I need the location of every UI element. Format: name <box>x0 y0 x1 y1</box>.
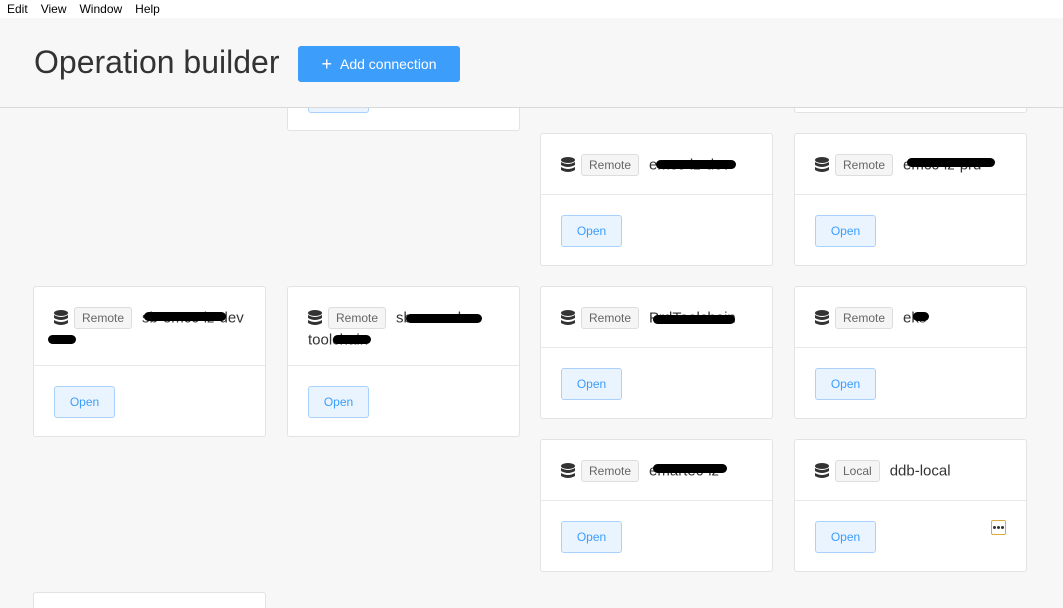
database-icon <box>815 463 829 479</box>
redaction-mark <box>333 335 371 344</box>
card-header: Remoteemcc-lz-prd <box>795 134 1026 195</box>
redaction-mark <box>653 464 727 473</box>
open-button[interactable]: Open <box>815 215 876 247</box>
card-header: Remotesb-emcc-lz-toolchain <box>288 287 519 366</box>
connection-type-badge: Remote <box>74 307 133 330</box>
connection-type-badge: Remote <box>835 154 894 177</box>
database-icon <box>561 463 575 479</box>
connection-card: Remotesb-emcc-lz-toolchain Open <box>287 286 520 437</box>
connection-card: Remoteeks Open <box>794 286 1027 419</box>
connection-type-badge: Remote <box>581 154 640 177</box>
open-button[interactable]: Open <box>561 215 622 247</box>
page-header: Operation builder + Add connection <box>0 18 1063 108</box>
connection-type-badge: Remote <box>581 307 640 330</box>
card-header: Remoteemcc-lz-dev <box>541 134 772 195</box>
connection-card: Local ddb-local Open <box>794 439 1027 572</box>
redaction-mark <box>48 335 76 344</box>
database-icon <box>54 310 68 326</box>
card-header: Remoteeks <box>795 287 1026 348</box>
redaction-mark <box>406 314 482 323</box>
open-button[interactable]: Open <box>308 386 369 418</box>
redaction-mark <box>913 312 929 321</box>
open-button[interactable]: Open <box>54 386 115 418</box>
card-header: RemotePrdToolchain <box>541 287 772 348</box>
connection-type-badge: Remote <box>581 460 640 483</box>
database-icon <box>815 310 829 326</box>
connection-card-partial <box>33 592 266 608</box>
connection-type-badge: Remote <box>328 307 387 330</box>
add-connection-button[interactable]: + Add connection <box>298 46 460 82</box>
menu-bar: Edit View Window Help <box>0 0 1063 18</box>
menu-item-view[interactable]: View <box>34 0 73 18</box>
database-icon <box>308 310 322 326</box>
menu-item-help[interactable]: Help <box>128 0 166 18</box>
connection-type-badge: Remote <box>835 307 894 330</box>
open-button[interactable]: Open <box>561 368 622 400</box>
menu-item-edit[interactable]: Edit <box>0 0 34 18</box>
connection-card: Remoteemcc-lz-dev Open <box>540 133 773 266</box>
redaction-mark <box>656 160 736 169</box>
menu-item-window[interactable]: Window <box>72 0 128 18</box>
connection-name: ddb-local <box>889 462 951 480</box>
open-button[interactable]: Open <box>815 368 876 400</box>
database-icon <box>561 310 575 326</box>
connection-card: Remoteemcc-lz-prd Open <box>794 133 1027 266</box>
open-button[interactable]: Open <box>815 521 876 553</box>
card-header: Remotesb-emcc-lz-dev <box>34 287 265 366</box>
connection-card: RemotePrdToolchain Open <box>540 286 773 419</box>
connection-type-badge: Local <box>835 460 880 483</box>
connection-card: Remoteemartec-lz Open <box>540 439 773 572</box>
more-options-icon[interactable] <box>991 520 1006 535</box>
card-header: Local ddb-local <box>795 440 1026 501</box>
open-button[interactable]: Open <box>561 521 622 553</box>
connection-card: Remotesb-emcc-lz-dev Open <box>33 286 266 437</box>
database-icon <box>815 157 829 173</box>
page-title: Operation builder <box>34 44 280 80</box>
redaction-mark <box>144 312 226 321</box>
add-connection-label: Add connection <box>339 56 437 72</box>
database-icon <box>561 157 575 173</box>
redaction-mark <box>907 158 995 167</box>
card-header: Remoteemartec-lz <box>541 440 772 501</box>
plus-icon: + <box>321 54 332 74</box>
redaction-mark <box>653 315 735 324</box>
